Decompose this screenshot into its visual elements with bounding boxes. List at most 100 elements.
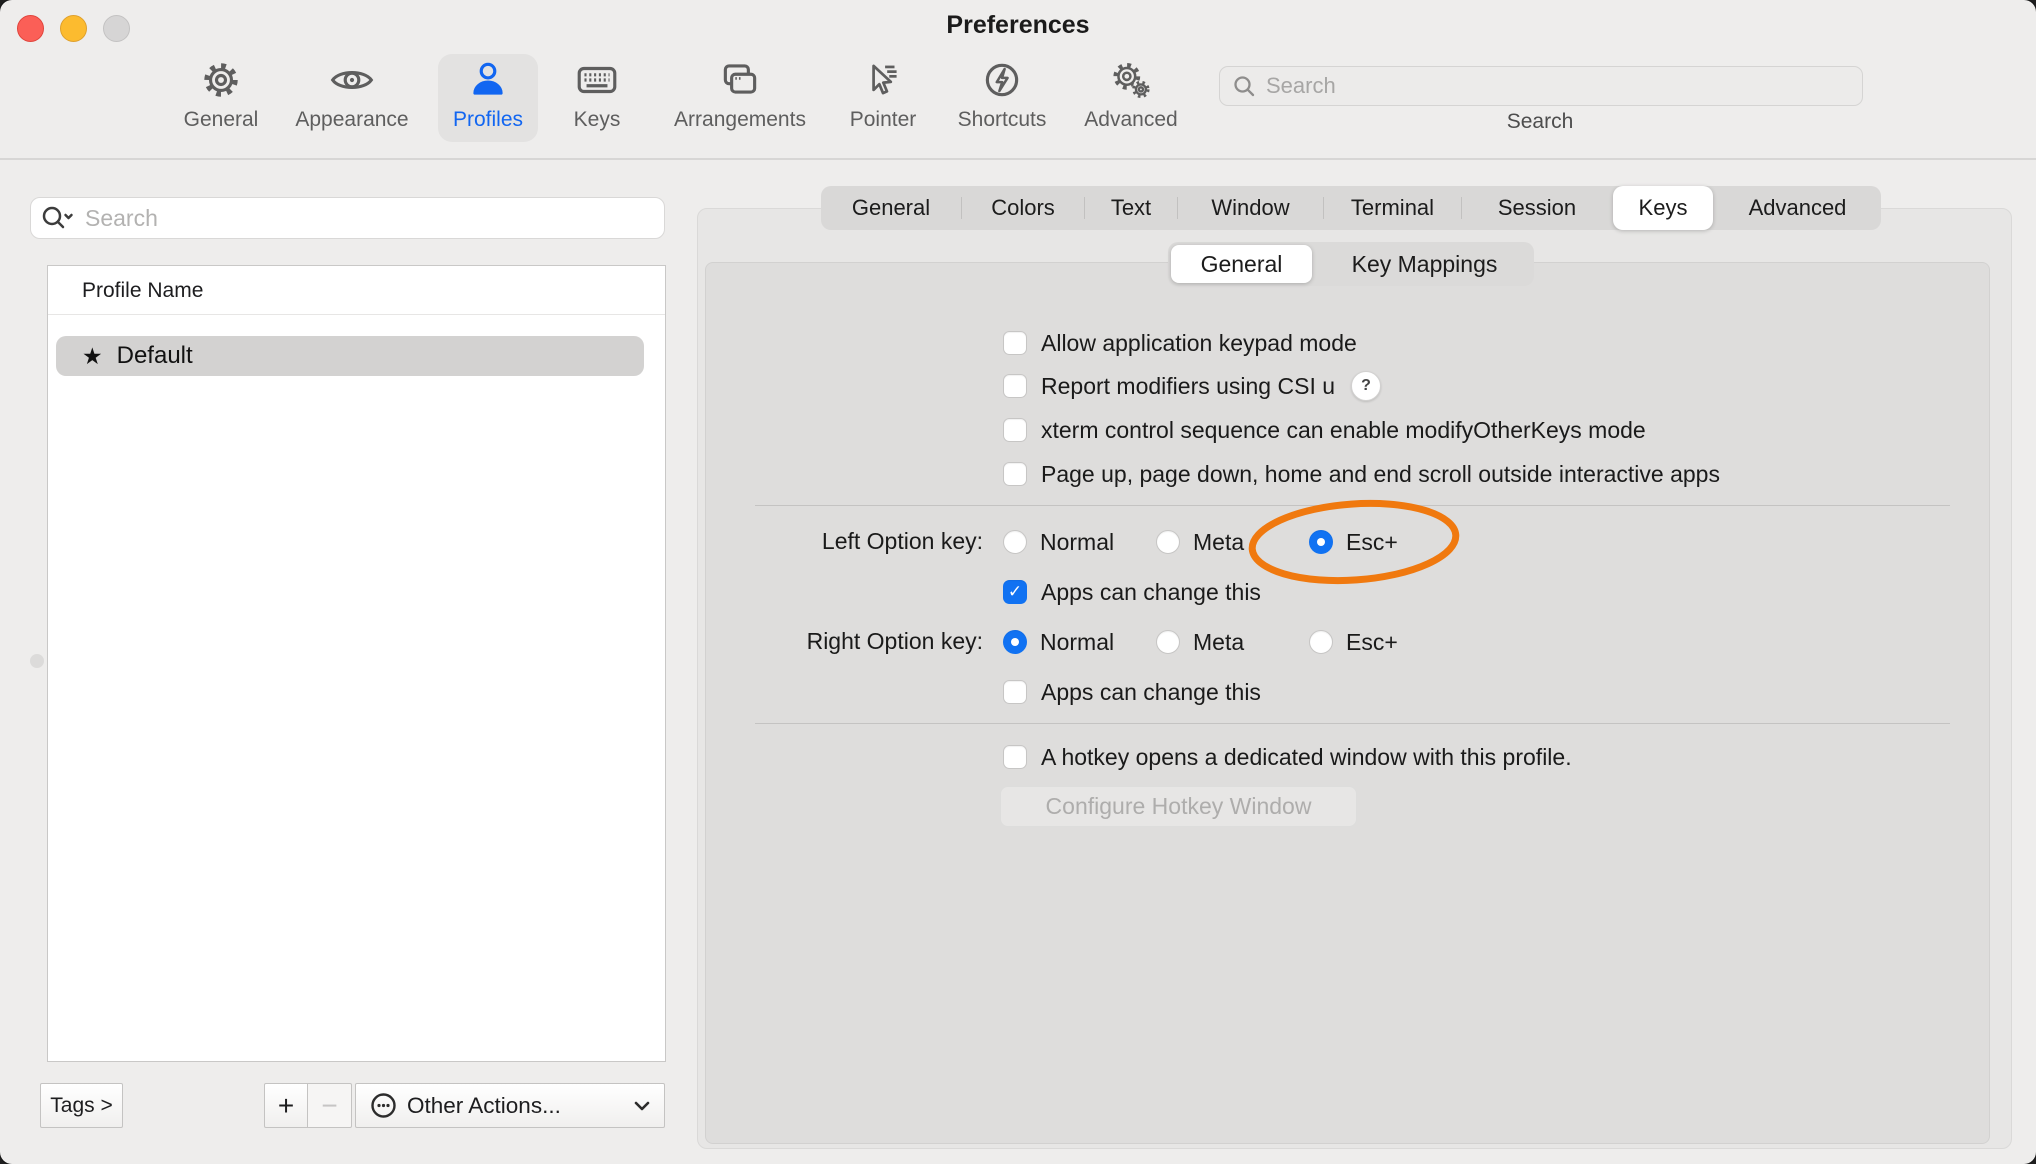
radio-icon xyxy=(1309,630,1333,654)
tab-terminal[interactable]: Terminal xyxy=(1324,186,1461,230)
left-option-key-label: Left Option key: xyxy=(700,528,983,555)
right-option-key-label: Right Option key: xyxy=(700,628,983,655)
toolbar-label: Appearance xyxy=(295,108,408,132)
checkbox-label: A hotkey opens a dedicated window with t… xyxy=(1041,744,1572,771)
checkbox-label: Apps can change this xyxy=(1041,679,1261,706)
checkbox-hotkey-window[interactable] xyxy=(1003,745,1027,769)
toolbar-label: Pointer xyxy=(850,108,917,132)
radio-icon xyxy=(1003,530,1027,554)
checkbox-label: xterm control sequence can enable modify… xyxy=(1041,417,1646,444)
toolbar-label: Shortcuts xyxy=(958,108,1047,132)
keyboard-icon xyxy=(574,54,620,106)
radio-icon-selected xyxy=(1003,630,1027,654)
checkbox-keypad-mode[interactable] xyxy=(1003,331,1027,355)
toolbar-item-profiles[interactable]: Profiles xyxy=(438,54,538,142)
toolbar-search-label: Search xyxy=(1440,110,1640,134)
right-option-esc[interactable]: Esc+ xyxy=(1309,627,1398,657)
radio-icon-selected xyxy=(1309,530,1333,554)
toolbar-item-keys[interactable]: Keys xyxy=(562,54,632,142)
eye-icon xyxy=(329,54,375,106)
radio-icon xyxy=(1156,630,1180,654)
gear-icon xyxy=(198,54,244,106)
screen: Preferences General Appearance Profiles xyxy=(0,0,2036,1164)
toolbar-label: Advanced xyxy=(1084,108,1177,132)
header-divider xyxy=(48,314,665,315)
other-actions-dropdown[interactable]: Other Actions... xyxy=(355,1083,665,1128)
left-option-key-row: Left Option key: Normal Meta Esc+ xyxy=(0,527,2036,557)
chevron-down-icon xyxy=(634,1101,650,1111)
right-option-normal[interactable]: Normal xyxy=(1003,627,1114,657)
toolbar-item-arrangements[interactable]: Arrangements xyxy=(665,54,815,142)
search-icon xyxy=(1232,74,1256,98)
cursor-icon xyxy=(860,54,906,106)
right-option-key-row: Right Option key: Normal Meta Esc+ xyxy=(0,627,2036,657)
remove-profile-button: − xyxy=(308,1083,352,1128)
person-icon xyxy=(465,54,511,106)
row-left-apps-change: Apps can change this xyxy=(1003,577,1261,607)
toolbar-item-appearance[interactable]: Appearance xyxy=(292,54,412,142)
profile-list-header: Profile Name xyxy=(82,279,203,303)
separator xyxy=(755,505,1950,506)
right-option-meta[interactable]: Meta xyxy=(1156,627,1244,657)
tab-session[interactable]: Session xyxy=(1462,186,1612,230)
radio-icon xyxy=(1156,530,1180,554)
tab-advanced[interactable]: Advanced xyxy=(1714,186,1881,230)
tab-colors[interactable]: Colors xyxy=(962,186,1084,230)
toolbar-label: Arrangements xyxy=(674,108,806,132)
configure-hotkey-window-button: Configure Hotkey Window xyxy=(1000,786,1357,827)
toolbar-item-pointer[interactable]: Pointer xyxy=(838,54,928,142)
toolbar-search-input[interactable] xyxy=(1264,72,1850,100)
left-option-normal[interactable]: Normal xyxy=(1003,527,1114,557)
subtab-key-mappings[interactable]: Key Mappings xyxy=(1318,245,1531,283)
search-with-menu-icon xyxy=(41,205,75,231)
windows-icon xyxy=(717,54,763,106)
checkbox-page-scroll[interactable] xyxy=(1003,462,1027,486)
circled-ellipsis-icon xyxy=(370,1092,397,1119)
tab-general[interactable]: General xyxy=(821,186,961,230)
profile-name: Default xyxy=(117,342,193,370)
help-button[interactable]: ? xyxy=(1351,371,1381,401)
checkbox-label: Allow application keypad mode xyxy=(1041,330,1357,357)
profile-tab-bar: General Colors Text Window Terminal Sess… xyxy=(821,186,1881,230)
row-csi-u: Report modifiers using CSI u ? xyxy=(1003,371,1381,401)
bolt-circle-icon xyxy=(979,54,1025,106)
toolbar-item-general[interactable]: General xyxy=(171,54,271,142)
checkbox-right-apps-change[interactable] xyxy=(1003,680,1027,704)
profile-search-input[interactable] xyxy=(83,204,654,233)
left-option-meta[interactable]: Meta xyxy=(1156,527,1244,557)
toolbar-search-field[interactable] xyxy=(1219,66,1863,106)
toolbar-item-shortcuts[interactable]: Shortcuts xyxy=(947,54,1057,142)
other-actions-label: Other Actions... xyxy=(407,1093,561,1119)
tab-window[interactable]: Window xyxy=(1178,186,1323,230)
left-option-esc[interactable]: Esc+ xyxy=(1309,527,1398,557)
separator xyxy=(755,723,1950,724)
row-keypad-mode: Allow application keypad mode xyxy=(1003,328,1357,358)
toolbar-label: Profiles xyxy=(453,108,523,132)
preferences-window: Preferences General Appearance Profiles xyxy=(0,0,2036,1164)
tab-keys[interactable]: Keys xyxy=(1613,186,1713,230)
profile-list: Profile Name ★ Default xyxy=(47,265,666,1062)
gears-icon xyxy=(1108,54,1154,106)
checkbox-left-apps-change[interactable] xyxy=(1003,580,1027,604)
checkbox-label: Page up, page down, home and end scroll … xyxy=(1041,461,1720,488)
tags-button[interactable]: Tags > xyxy=(40,1083,123,1128)
checkbox-csi-u[interactable] xyxy=(1003,374,1027,398)
row-hotkey-window: A hotkey opens a dedicated window with t… xyxy=(1003,742,1572,772)
checkbox-modify-other-keys[interactable] xyxy=(1003,418,1027,442)
profile-row-default[interactable]: ★ Default xyxy=(56,336,644,376)
profile-search-field[interactable] xyxy=(30,197,665,239)
subtab-general[interactable]: General xyxy=(1171,245,1312,283)
window-title: Preferences xyxy=(0,11,2036,40)
toolbar-label: General xyxy=(184,108,259,132)
toolbar-label: Keys xyxy=(574,108,621,132)
toolbar-item-advanced[interactable]: Advanced xyxy=(1076,54,1186,142)
add-profile-button[interactable]: + xyxy=(264,1083,308,1128)
row-modify-other-keys: xterm control sequence can enable modify… xyxy=(1003,415,1646,445)
star-icon: ★ xyxy=(82,343,103,370)
add-remove-group: + − xyxy=(264,1083,352,1128)
checkbox-label: Report modifiers using CSI u xyxy=(1041,373,1335,400)
keys-subtab-bar: General Key Mappings xyxy=(1168,242,1534,286)
tab-text[interactable]: Text xyxy=(1085,186,1177,230)
row-right-apps-change: Apps can change this xyxy=(1003,677,1261,707)
row-page-scroll: Page up, page down, home and end scroll … xyxy=(1003,459,1720,489)
